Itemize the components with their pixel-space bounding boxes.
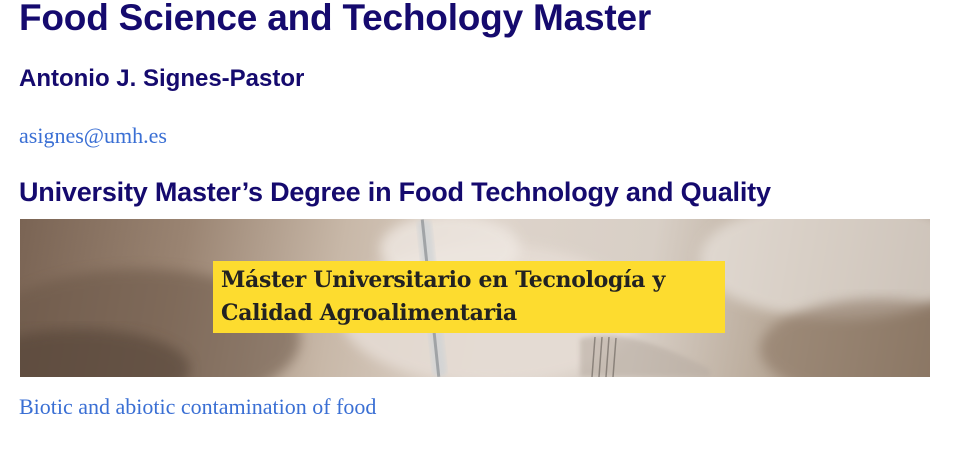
author-name: Antonio J. Signes-Pastor xyxy=(19,65,305,92)
degree-banner-image: Máster Universitario en Tecnología y Cal… xyxy=(20,219,930,377)
banner-caption-line-1: Máster Universitario en Tecnología y xyxy=(221,267,665,293)
course-link[interactable]: Biotic and abiotic contamination of food xyxy=(19,393,376,421)
degree-heading: University Master’s Degree in Food Techn… xyxy=(19,177,771,207)
page-title: Food Science and Techology Master xyxy=(19,0,652,38)
page: Food Science and Techology Master Antoni… xyxy=(0,0,954,472)
email-link[interactable]: asignes@umh.es xyxy=(19,122,167,150)
banner-caption: Máster Universitario en Tecnología y Cal… xyxy=(213,261,725,333)
banner-caption-line-2: Calidad Agroalimentaria xyxy=(221,300,517,326)
